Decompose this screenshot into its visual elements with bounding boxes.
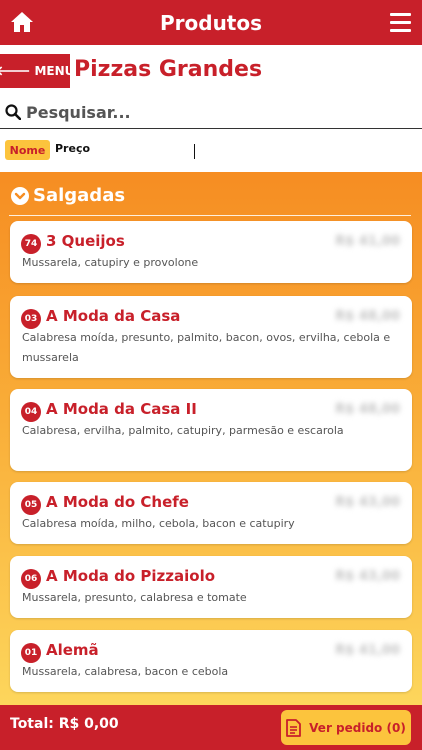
search-icon (5, 104, 22, 121)
product-card[interactable]: 06 A Moda do Pizzaiolo R$ 43,00 Mussarel… (10, 556, 412, 618)
product-description: Calabresa moída, presunto, palmito, baco… (22, 331, 391, 364)
back-button-label: MENU (34, 64, 75, 78)
product-card[interactable]: 04 A Moda da Casa II R$ 48,00 Calabresa,… (10, 389, 412, 471)
product-description: Mussarela, calabresa, bacon e cebola (22, 665, 229, 678)
product-price: R$ 48,00 (335, 309, 400, 324)
category-title: Pizzas Grandes (74, 57, 263, 82)
arrow-left-icon: 🡐 (0, 64, 31, 79)
home-icon[interactable] (10, 11, 34, 33)
chevron-down-icon (11, 187, 29, 205)
sort-by-name-button[interactable]: Nome (5, 140, 50, 160)
search-bar (0, 95, 422, 129)
view-order-label: Ver pedido (0) (309, 720, 406, 735)
section-header-salgadas[interactable]: Salgadas (9, 184, 411, 216)
product-code-badge: 05 (21, 495, 41, 515)
page-title: Produtos (159, 10, 263, 35)
section-label: Salgadas (33, 185, 126, 206)
text-cursor (194, 144, 195, 159)
product-card[interactable]: 74 3 Queijos R$ 41,00 Mussarela, catupir… (10, 221, 412, 283)
product-code-badge: 03 (21, 309, 41, 329)
product-code-badge: 04 (21, 402, 41, 422)
search-input[interactable] (26, 100, 406, 124)
product-code-badge: 06 (21, 569, 41, 589)
back-to-menu-button[interactable]: 🡐 MENU (0, 54, 74, 88)
product-card[interactable]: 03 A Moda da Casa R$ 48,00 Calabresa moí… (10, 296, 412, 378)
product-description: Mussarela, catupiry e provolone (22, 256, 199, 269)
product-description: Mussarela, presunto, calabresa e tomate (22, 591, 247, 604)
product-name: 3 Queijos (46, 232, 125, 250)
product-code-badge: 74 (21, 234, 41, 254)
order-total: Total: R$ 0,00 (10, 716, 119, 732)
product-price: R$ 43,00 (335, 495, 400, 510)
product-card[interactable]: 01 Alemã R$ 41,00 Mussarela, calabresa, … (10, 630, 412, 692)
product-price: R$ 43,00 (335, 569, 400, 584)
product-list[interactable]: Salgadas 74 3 Queijos R$ 41,00 Mussarela… (0, 172, 422, 705)
product-name: A Moda do Chefe (46, 493, 189, 511)
top-bar: Produtos (0, 0, 422, 45)
product-name: Alemã (46, 641, 99, 659)
bottom-bar: Total: R$ 0,00 Ver pedido (0) (0, 705, 422, 750)
product-code-badge: 01 (21, 643, 41, 663)
product-name: A Moda da Casa II (46, 400, 197, 418)
hamburger-menu-icon[interactable] (390, 13, 411, 32)
product-price: R$ 41,00 (335, 234, 400, 249)
product-name: A Moda do Pizzaiolo (46, 567, 216, 585)
product-name: A Moda da Casa (46, 307, 181, 325)
sort-bar: Nome Preço (0, 130, 422, 172)
document-icon (286, 718, 302, 737)
category-header: 🡐 MENU Pizzas Grandes (0, 45, 422, 95)
product-price: R$ 41,00 (335, 643, 400, 658)
product-description: Calabresa, ervilha, palmito, catupiry, p… (22, 424, 344, 437)
product-card[interactable]: 05 A Moda do Chefe R$ 43,00 Calabresa mo… (10, 482, 412, 544)
product-price: R$ 48,00 (335, 402, 400, 417)
product-description: Calabresa moída, milho, cebola, bacon e … (22, 517, 295, 530)
view-order-button[interactable]: Ver pedido (0) (281, 710, 411, 745)
sort-by-price-button[interactable]: Preço (55, 142, 90, 155)
